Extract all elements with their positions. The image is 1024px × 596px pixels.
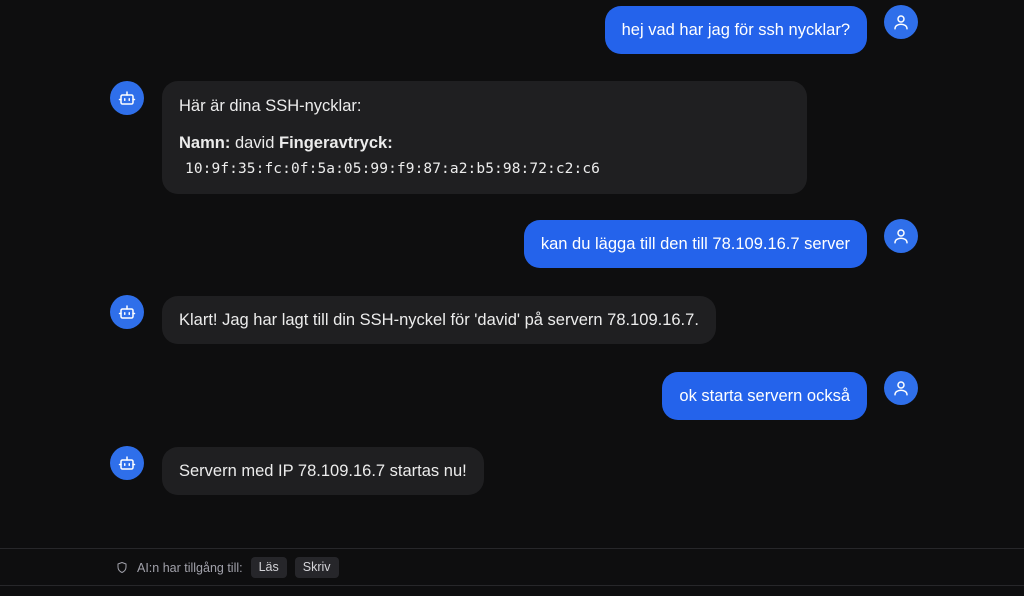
user-icon (894, 15, 908, 30)
bot-icon (118, 305, 136, 319)
user-avatar (884, 219, 918, 253)
user-icon (894, 381, 908, 396)
name-label: Namn: (179, 134, 231, 152)
message-text: kan du lägga till den till 78.109.16.7 s… (540, 235, 850, 253)
message-text: Här är dina SSH-nycklar: (179, 97, 362, 115)
user-message: hej vad har jag för ssh nycklar? (604, 6, 867, 54)
user-message: kan du lägga till den till 78.109.16.7 s… (523, 220, 867, 268)
assistant-message: Här är dina SSH-nycklar: Namn: david Fin… (162, 81, 807, 194)
assistant-message: Klart! Jag har lagt till din SSH-nyckel … (162, 296, 716, 344)
bot-icon (118, 456, 136, 470)
shield-icon (117, 562, 127, 573)
message-text: Klart! Jag har lagt till din SSH-nyckel … (179, 311, 699, 329)
message-text: ok starta servern också (679, 387, 850, 405)
assistant-message: Servern med IP 78.109.16.7 startas nu! (162, 447, 484, 495)
bot-avatar (110, 446, 144, 480)
access-info: AI:n har tillgång till: Läs Skriv (116, 557, 339, 578)
ssh-key-details: Namn: david Fingeravtryck: (179, 132, 790, 154)
chat-page: hej vad har jag för ssh nycklar? Här är … (0, 0, 1024, 596)
bot-icon (118, 91, 136, 105)
user-avatar (884, 371, 918, 405)
fingerprint-value: 10:9f:35:fc:0f:5a:05:99:f9:87:a2:b5:98:7… (185, 161, 600, 177)
user-icon (894, 229, 908, 244)
user-avatar (884, 5, 918, 39)
fingerprint-label: Fingeravtryck: (278, 134, 393, 152)
access-footer: AI:n har tillgång till: Läs Skriv (0, 548, 1024, 586)
access-label: AI:n har tillgång till: (137, 560, 243, 575)
bot-avatar (110, 81, 144, 115)
bot-avatar (110, 295, 144, 329)
permission-write-badge: Skriv (294, 557, 339, 578)
user-message: ok starta servern också (662, 372, 867, 420)
permission-read-badge: Läs (250, 557, 287, 578)
message-text: hej vad har jag för ssh nycklar? (621, 21, 850, 39)
message-text: Servern med IP 78.109.16.7 startas nu! (179, 462, 467, 480)
name-value: david (234, 134, 275, 152)
